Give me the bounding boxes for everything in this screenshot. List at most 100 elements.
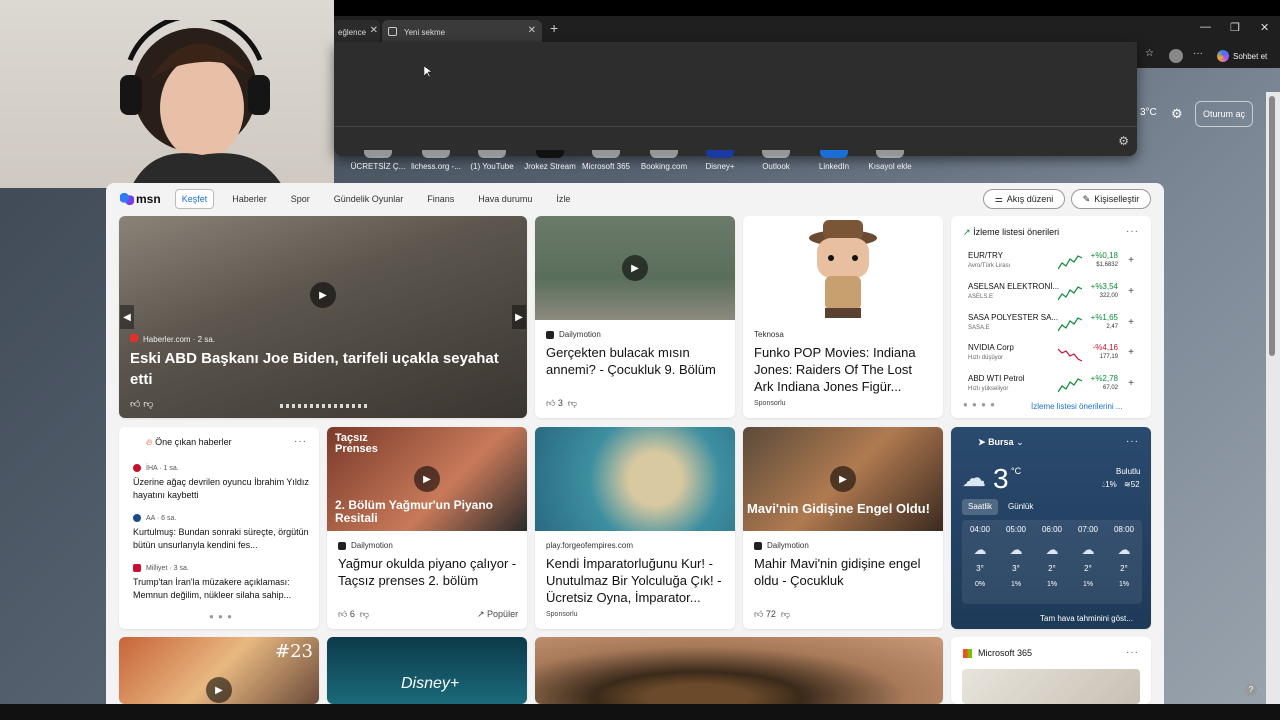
window-close-button[interactable]: ✕ bbox=[1260, 21, 1269, 34]
add-to-watchlist-icon[interactable]: + bbox=[1128, 378, 1134, 389]
nav-gundelik-oyunlar[interactable]: Gündelik Oyunlar bbox=[328, 190, 410, 208]
page-settings-icon[interactable]: ⚙ bbox=[1171, 106, 1183, 122]
scrollbar-thumb[interactable] bbox=[1269, 96, 1275, 356]
tab-hourly[interactable]: Saatlik bbox=[962, 499, 999, 515]
new-tab-button[interactable]: + bbox=[550, 20, 558, 36]
scrollbar[interactable] bbox=[1266, 92, 1280, 704]
shortcut-item[interactable]: Disney+ bbox=[690, 150, 750, 171]
carousel-next-button[interactable]: ▶ bbox=[512, 305, 526, 329]
tab-new[interactable]: Yeni sekme ✕ bbox=[382, 20, 542, 44]
trending-source-text: İHA · 1 sa. bbox=[146, 464, 179, 472]
msn-logo[interactable]: msn bbox=[120, 192, 161, 206]
shortcut-item[interactable]: Microsoft 365 bbox=[576, 150, 636, 171]
shortcut-item[interactable]: LinkedIn bbox=[804, 150, 864, 171]
maximize-button[interactable]: ❐ bbox=[1230, 21, 1240, 34]
flow-layout-button[interactable]: ⚌ Akış düzeni bbox=[983, 189, 1065, 209]
symbol-subtitle: Hızlı düşüyor bbox=[968, 355, 1004, 361]
cloud-icon: ☁ bbox=[1081, 542, 1095, 557]
shortcut-item[interactable]: (1) YouTube bbox=[462, 150, 522, 171]
watchlist-row[interactable]: EUR/TRY Avro/Türk Lirası +%0,18 $1,6832 + bbox=[968, 251, 1140, 277]
nav-spor[interactable]: Spor bbox=[285, 190, 316, 208]
nav-hava-durumu[interactable]: Hava durumu bbox=[472, 190, 538, 208]
like-count: 6 bbox=[349, 609, 355, 619]
play-icon[interactable]: ▶ bbox=[310, 282, 336, 308]
card-reactions[interactable]: 👍︎ 3 👎︎ bbox=[546, 398, 577, 409]
thumbs-up-icon[interactable]: 👍︎ bbox=[130, 399, 140, 410]
shortcut-item[interactable]: ÜCRETSİZ Ç... bbox=[348, 150, 408, 171]
trending-item[interactable]: İHA · 1 sa. Üzerine ağaç devrilen oyuncu … bbox=[133, 464, 313, 502]
hero-reactions[interactable]: 👍︎ 👎︎ bbox=[130, 398, 153, 410]
close-icon[interactable]: ✕ bbox=[528, 25, 536, 36]
nav-kesfet[interactable]: Keşfet bbox=[174, 189, 215, 209]
hour-precip: 1% bbox=[1046, 581, 1058, 588]
add-to-watchlist-icon[interactable]: + bbox=[1128, 317, 1134, 328]
video-card[interactable]: Disney+ bbox=[327, 637, 527, 704]
play-icon[interactable]: ▶ bbox=[414, 466, 440, 492]
copilot-button[interactable]: Sohbet et bbox=[1217, 47, 1279, 65]
more-options-icon[interactable]: ··· bbox=[1126, 226, 1139, 237]
full-forecast-link[interactable]: Tam hava tahminini göst... bbox=[1040, 614, 1133, 623]
card-reactions[interactable]: 👍︎ 72 👎︎ bbox=[754, 609, 790, 620]
play-icon[interactable]: ▶ bbox=[622, 255, 648, 281]
source-logo-icon bbox=[546, 330, 554, 339]
nav-finans[interactable]: Finans bbox=[421, 190, 460, 208]
news-card[interactable]: Mavi'nin Gidişine Engel Oldu! ▶ Dailymot… bbox=[743, 427, 943, 629]
card-reactions[interactable]: 👍︎ 6 👎︎ bbox=[338, 609, 369, 620]
watchlist-row[interactable]: ASELSAN ELEKTRONİ... ASELS.E +%3,54 322,00 + bbox=[968, 282, 1140, 308]
help-icon[interactable]: ? bbox=[1245, 684, 1257, 696]
profile-avatar[interactable] bbox=[1169, 49, 1183, 63]
hour-temp: 2° bbox=[1120, 564, 1128, 573]
source-logo-icon bbox=[338, 541, 346, 550]
hero-title[interactable]: Eski ABD Başkanı Joe Biden, tarifeli uça… bbox=[130, 348, 510, 390]
watchlist-row[interactable]: NVIDIA Corp Hızlı düşüyor -%4,16 177,19 + bbox=[968, 343, 1140, 369]
shortcut-item[interactable]: lichess.org -... bbox=[406, 150, 466, 171]
shortcut-item[interactable]: Kısayol ekle bbox=[860, 150, 920, 171]
weather-city[interactable]: ➤ Bursa ⌄ bbox=[978, 437, 1024, 448]
top-weather-temp[interactable]: 3°C bbox=[1140, 107, 1157, 118]
news-card[interactable] bbox=[535, 637, 943, 704]
play-icon[interactable]: ▶ bbox=[830, 466, 856, 492]
tab-daily[interactable]: Günlük bbox=[1002, 499, 1039, 515]
minimize-button[interactable]: — bbox=[1200, 21, 1211, 33]
more-options-icon[interactable]: ··· bbox=[1193, 48, 1203, 59]
trending-item[interactable]: Milliyet · 3 sa. Trump'tan İran'la müzake… bbox=[133, 564, 313, 602]
add-to-watchlist-icon[interactable]: + bbox=[1128, 286, 1134, 297]
pager-dots: ● ● ● ● bbox=[963, 400, 996, 409]
tab-new-label: Yeni sekme bbox=[404, 27, 446, 37]
signin-button[interactable]: Oturum aç bbox=[1195, 101, 1253, 127]
nav-izle[interactable]: İzle bbox=[550, 190, 576, 208]
symbol-price: 67,02 bbox=[1102, 385, 1118, 391]
weather-condition: Bulutlu bbox=[1116, 467, 1141, 476]
news-card[interactable]: Taçsız Prenses 2. Bölüm Yağmur'un Piyano… bbox=[327, 427, 527, 629]
shortcut-item[interactable]: Booking.com bbox=[634, 150, 694, 171]
address-suggestion-dropdown[interactable]: ⚙ bbox=[334, 42, 1137, 156]
more-options-icon[interactable]: ··· bbox=[294, 436, 307, 447]
personalize-button[interactable]: ✎ Kişiselleştir bbox=[1071, 189, 1151, 209]
m365-title: Microsoft 365 bbox=[978, 648, 1033, 658]
shortcut-label: Outlook bbox=[762, 162, 790, 171]
pager-dots: ● ● ● bbox=[209, 612, 233, 621]
more-options-icon[interactable]: ··· bbox=[1126, 436, 1139, 447]
symbol-name: ASELSAN ELEKTRONİ... bbox=[968, 282, 1060, 291]
watchlist-link[interactable]: İzleme listesi önerilerini ... bbox=[1031, 402, 1123, 411]
close-icon[interactable]: ✕ bbox=[370, 25, 378, 36]
settings-gear-icon[interactable]: ⚙ bbox=[1118, 134, 1129, 148]
nav-haberler[interactable]: Haberler bbox=[226, 190, 273, 208]
shortcut-item[interactable]: Jrokez Stream bbox=[520, 150, 580, 171]
play-icon[interactable]: ▶ bbox=[206, 677, 232, 703]
favorites-star-icon[interactable]: ☆ bbox=[1145, 48, 1154, 59]
shortcut-item[interactable]: Outlook bbox=[746, 150, 806, 171]
thumbs-down-icon[interactable]: 👎︎ bbox=[143, 399, 153, 410]
sponsored-card[interactable]: Teknosa Funko POP Movies: Indiana Jones:… bbox=[743, 216, 943, 418]
add-to-watchlist-icon[interactable]: + bbox=[1128, 255, 1134, 266]
tab-previous[interactable]: eğlence ✕ bbox=[334, 20, 380, 44]
add-to-watchlist-icon[interactable]: + bbox=[1128, 347, 1134, 358]
carousel-prev-button[interactable]: ◀ bbox=[120, 305, 134, 329]
sponsored-card[interactable]: play.forgeofempires.com Kendi İmparatorl… bbox=[535, 427, 735, 629]
trending-item[interactable]: AA · 6 sa. Kurtulmuş: Bundan sonraki süre… bbox=[133, 514, 313, 552]
more-options-icon[interactable]: ··· bbox=[1126, 647, 1139, 658]
video-card[interactable]: #23 ▶ bbox=[119, 637, 319, 704]
watchlist-row[interactable]: SASA POLYESTER SA... SASA.E +%1,65 2,47 + bbox=[968, 313, 1140, 339]
news-card[interactable]: ▶ Dailymotion Gerçekten bulacak mısın an… bbox=[535, 216, 735, 418]
watchlist-row[interactable]: ABD WTI Petrol Hızlı yükseliyor +%2,78 67,0… bbox=[968, 374, 1140, 400]
